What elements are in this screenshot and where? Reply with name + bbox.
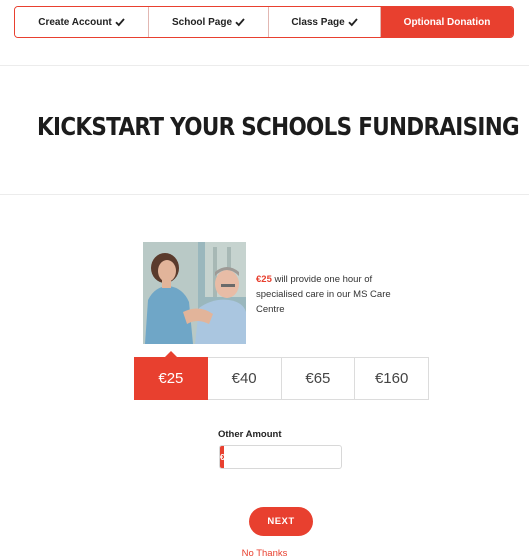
next-button[interactable]: NEXT <box>249 507 313 536</box>
amount-option-160[interactable]: €160 <box>355 357 429 400</box>
amount-option-25[interactable]: €25 <box>134 351 208 400</box>
step-optional-donation[interactable]: Optional Donation <box>381 7 513 37</box>
impact-description: €25 will provide one hour of specialised… <box>256 272 416 317</box>
progress-stepper: Create Account School Page Class Page Op… <box>14 6 514 38</box>
step-create-account[interactable]: Create Account <box>15 7 149 37</box>
step-label: School Page <box>171 16 232 28</box>
nurse-patient-illustration <box>143 242 246 344</box>
step-school-page[interactable]: School Page <box>149 7 269 37</box>
check-icon <box>115 18 125 27</box>
check-icon <box>348 18 358 27</box>
other-amount-label: Other Amount <box>218 429 282 440</box>
other-amount-field: € <box>219 445 342 469</box>
amount-option-65[interactable]: €65 <box>281 357 356 400</box>
check-icon <box>235 18 245 27</box>
step-class-page[interactable]: Class Page <box>269 7 381 37</box>
impact-text: will provide one hour of specialised car… <box>256 274 391 315</box>
care-photo <box>143 242 246 344</box>
amount-option-40[interactable]: €40 <box>207 357 282 400</box>
step-label: Class Page <box>291 16 345 28</box>
no-thanks-link[interactable]: No Thanks <box>0 548 529 559</box>
impact-amount: €25 <box>256 274 272 285</box>
divider <box>0 194 529 195</box>
step-label: Optional Donation <box>403 16 491 28</box>
page-title: KICKSTART YOUR SCHOOLS FUNDRAISING <box>37 112 520 141</box>
divider <box>0 65 529 66</box>
step-label: Create Account <box>38 16 112 28</box>
other-amount-input[interactable] <box>224 446 341 468</box>
donation-amount-options: €25 €40 €65 €160 <box>134 351 429 400</box>
